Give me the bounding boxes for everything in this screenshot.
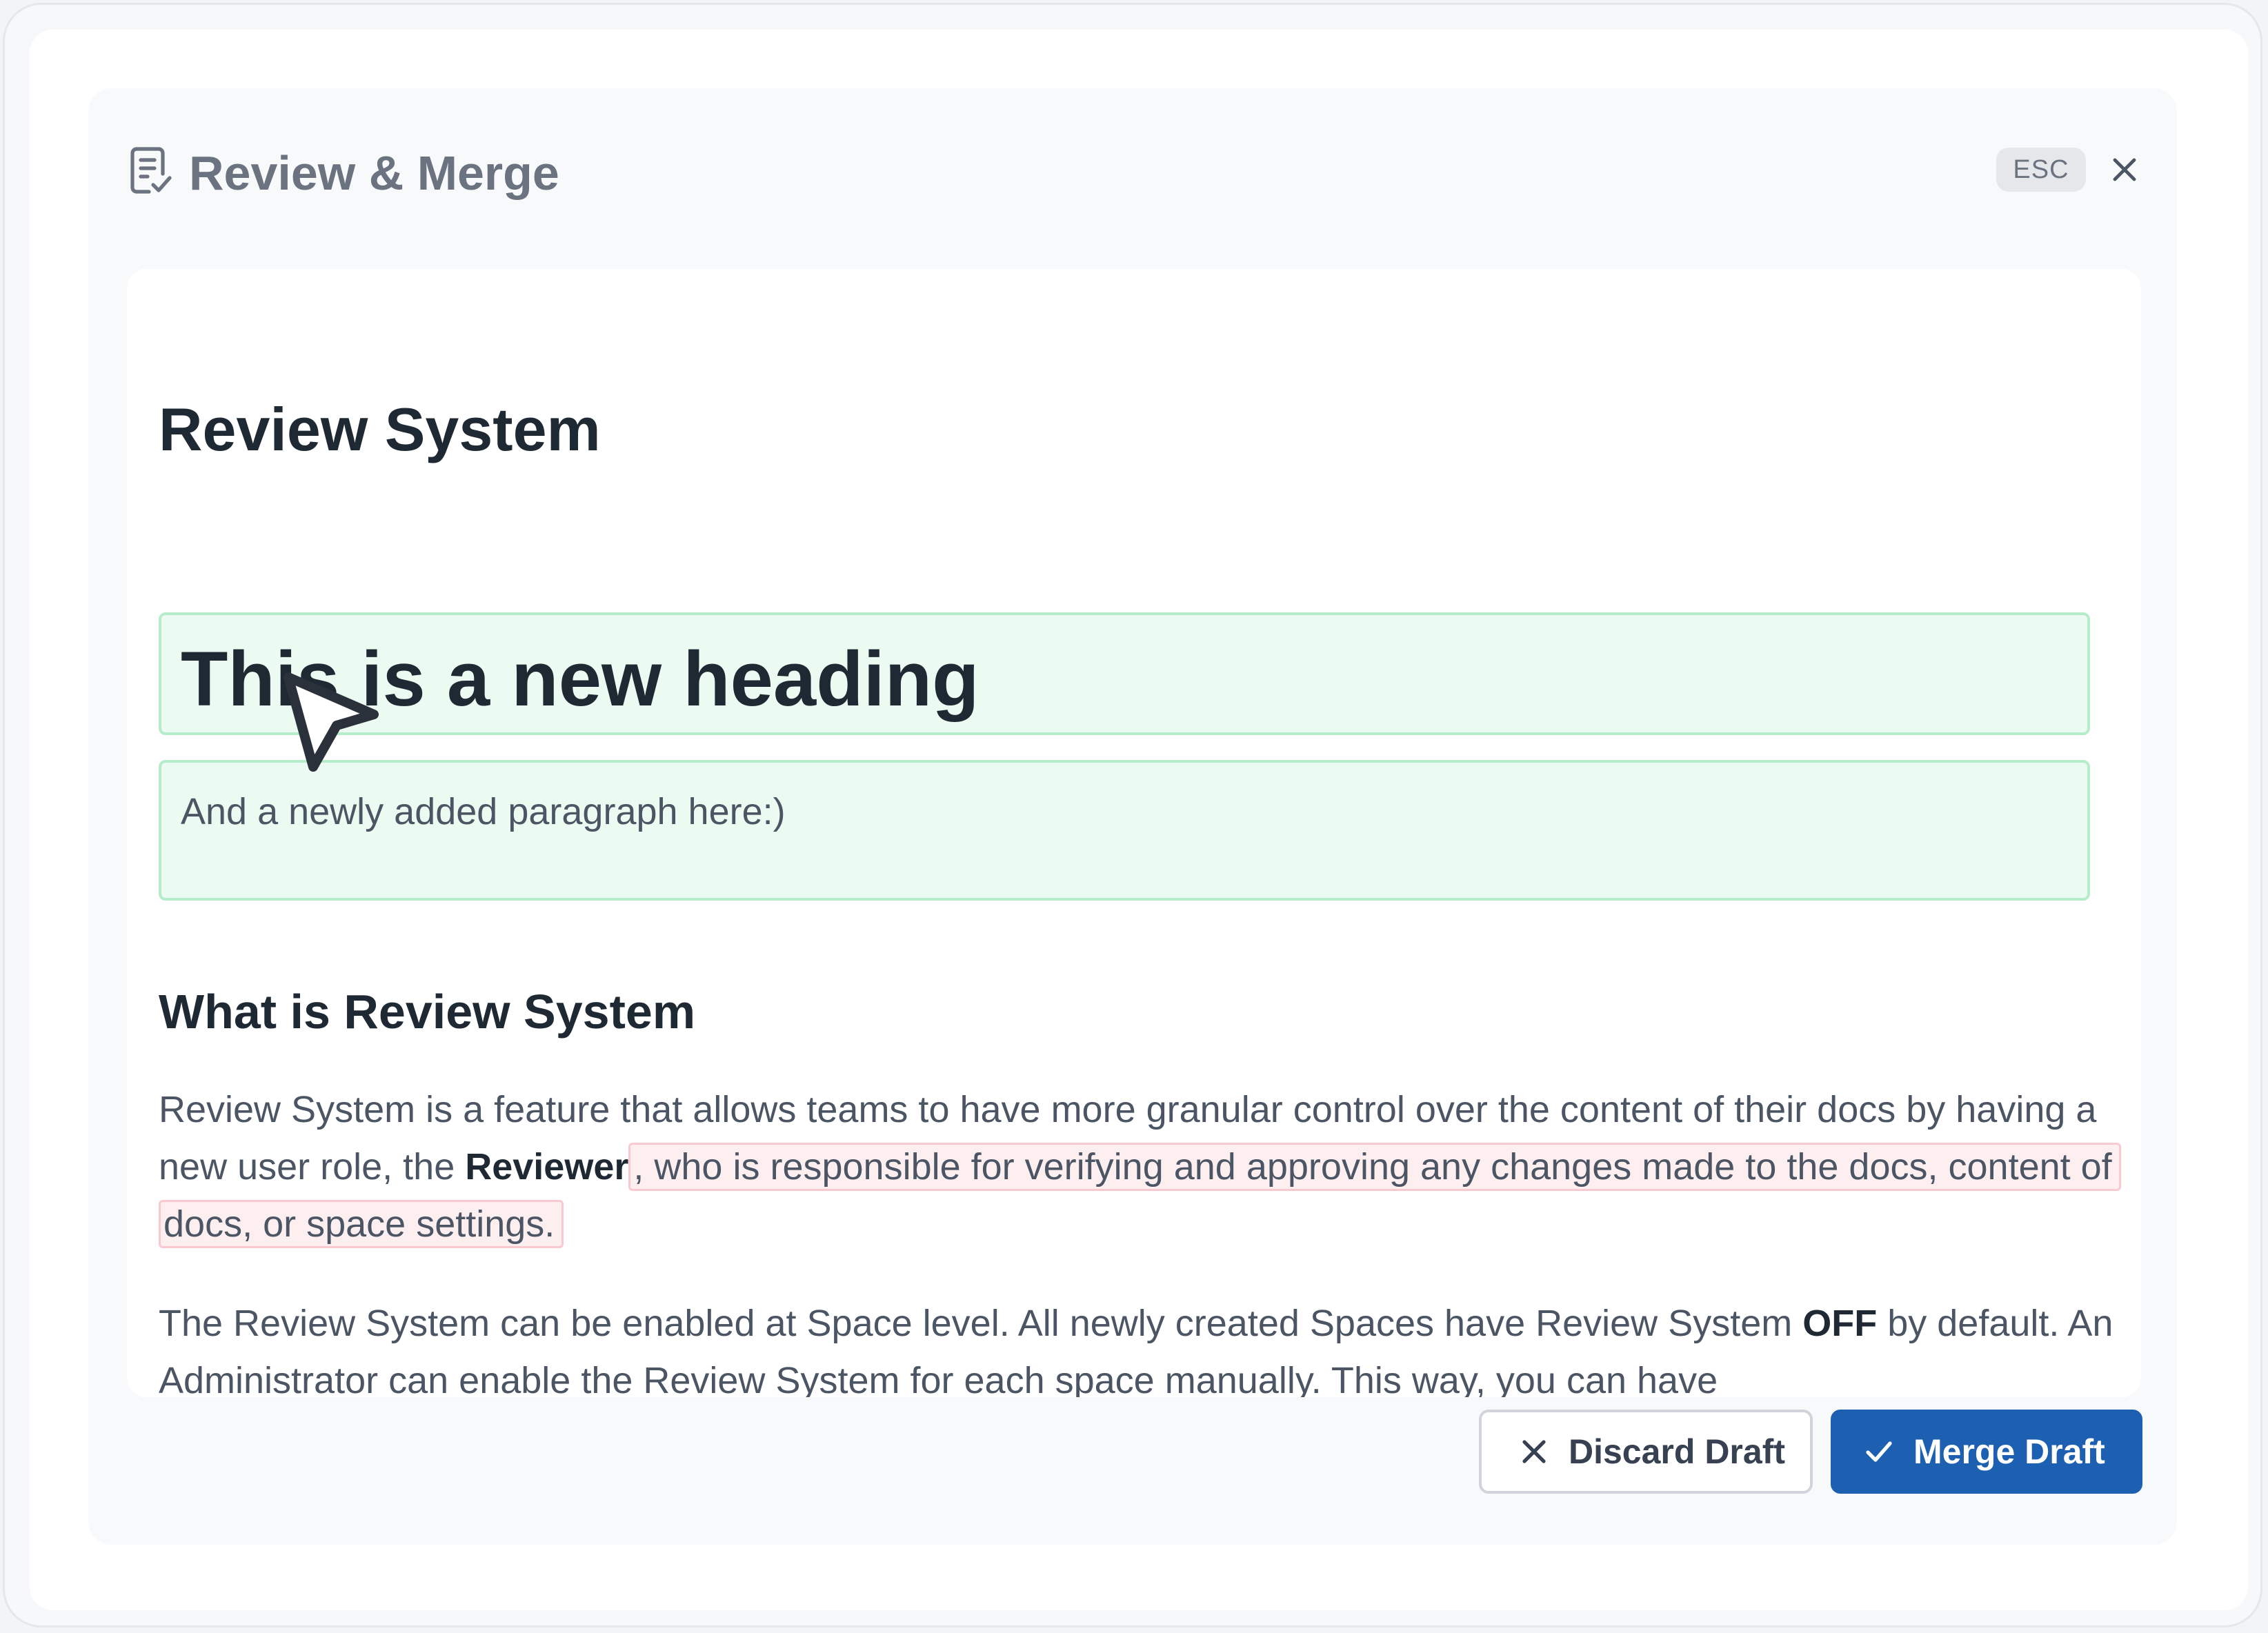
document-preview[interactable]: Review System This is a new heading And …	[127, 269, 2141, 1397]
bold-reviewer: Reviewer	[465, 1146, 629, 1188]
esc-badge: ESC	[1996, 148, 2086, 192]
x-icon	[1522, 1440, 1546, 1463]
added-paragraph-block: And a newly added paragraph here:)	[159, 760, 2090, 901]
modal-header: Review & Merge ESC	[88, 88, 2177, 254]
merge-draft-button[interactable]: Merge Draft	[1831, 1410, 2142, 1494]
document-check-icon	[130, 147, 172, 194]
paragraph-enable-review: The Review System can be enabled at Spac…	[159, 1295, 2131, 1397]
section-heading: What is Review System	[159, 985, 696, 1039]
discard-draft-label: Discard Draft	[1569, 1432, 1785, 1471]
added-paragraph-text: And a newly added paragraph here:)	[181, 791, 786, 832]
mouse-pointer-icon	[284, 672, 379, 772]
close-icon[interactable]	[2109, 154, 2140, 185]
modal-title: Review & Merge	[189, 146, 559, 200]
document-title: Review System	[159, 395, 601, 463]
review-merge-modal: Review & Merge ESC Review System This is…	[88, 88, 2177, 1545]
added-heading-block: This is a new heading	[159, 612, 2090, 735]
paragraph-text: The Review System can be enabled at Spac…	[159, 1303, 1803, 1344]
bold-off: OFF	[1802, 1303, 1878, 1344]
discard-draft-button[interactable]: Discard Draft	[1479, 1410, 1813, 1494]
paragraph-review-system: Review System is a feature that allows t…	[159, 1081, 2131, 1253]
merge-draft-label: Merge Draft	[1913, 1432, 2105, 1471]
check-icon	[1866, 1441, 1892, 1462]
